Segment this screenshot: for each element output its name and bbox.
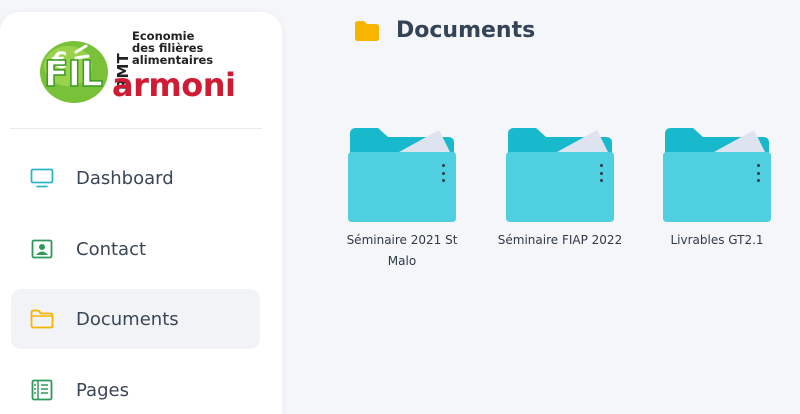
folder-icon	[355, 20, 379, 41]
folder-card[interactable]: Séminaire FIAP 2022	[485, 126, 635, 251]
more-options-icon[interactable]	[438, 164, 448, 182]
logo-armoni-text: armoni	[112, 66, 236, 104]
sidebar-item-pages[interactable]: Pages	[11, 360, 260, 414]
more-options-icon[interactable]	[753, 164, 763, 182]
filarmoni-logo[interactable]: € FIL RMT Economie des filières alimenta…	[36, 28, 241, 106]
folder-graphic-icon	[505, 126, 615, 222]
sidebar-item-label: Contact	[76, 238, 147, 260]
more-options-icon[interactable]	[596, 164, 606, 182]
sidebar: € FIL RMT Economie des filières alimenta…	[0, 12, 282, 414]
folder-graphic-icon	[662, 126, 772, 222]
sidebar-item-contact[interactable]: Contact	[11, 219, 260, 279]
logo-tagline: Economie des filières alimentaires	[132, 30, 213, 66]
contact-card-icon	[29, 238, 55, 260]
folder-card[interactable]: Séminaire 2021 St Malo	[327, 126, 477, 272]
folder-name: Séminaire 2021 St Malo	[346, 233, 458, 268]
page-title: Documents	[396, 18, 536, 43]
pages-icon	[29, 379, 55, 401]
sidebar-item-label: Documents	[76, 308, 179, 330]
sidebar-item-label: Dashboard	[76, 167, 174, 189]
monitor-icon	[29, 167, 55, 189]
logo-fil-text: FIL	[43, 53, 103, 96]
sidebar-item-documents[interactable]: Documents	[11, 289, 260, 349]
folder-outline-icon	[29, 308, 55, 330]
sidebar-divider	[10, 128, 262, 129]
folder-card[interactable]: Livrables GT2.1	[642, 126, 792, 251]
logo-tagline-line-3: alimentaires	[132, 53, 214, 67]
folder-graphic-icon	[347, 126, 457, 222]
folder-name: Livrables GT2.1	[670, 233, 764, 247]
sidebar-item-label: Pages	[76, 379, 129, 401]
page-header: Documents	[354, 18, 535, 43]
sidebar-item-dashboard[interactable]: Dashboard	[11, 148, 260, 208]
folder-name: Séminaire FIAP 2022	[497, 233, 623, 247]
